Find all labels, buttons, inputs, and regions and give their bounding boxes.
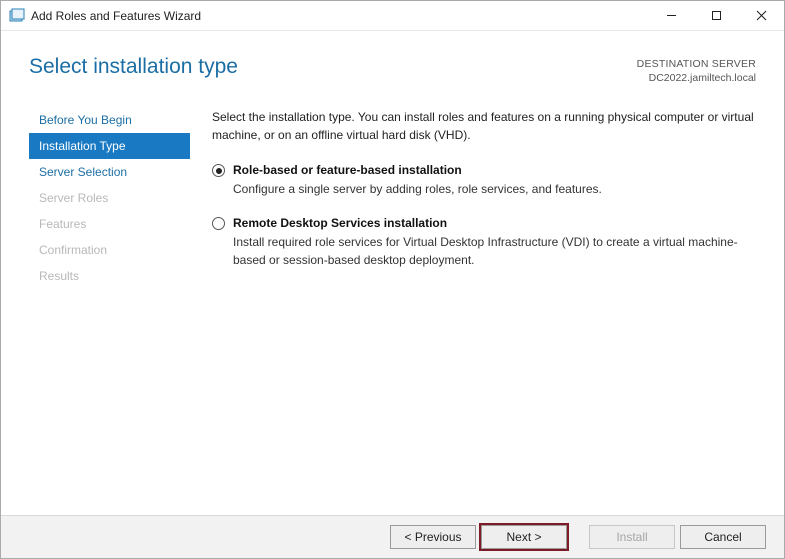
option-desc: Configure a single server by adding role…	[233, 181, 602, 198]
option-body: Remote Desktop Services installation Ins…	[233, 215, 758, 269]
wizard-icon	[9, 8, 25, 24]
previous-button[interactable]: < Previous	[390, 525, 476, 549]
destination-server-name: DC2022.jamiltech.local	[637, 72, 756, 86]
option-rds[interactable]: Remote Desktop Services installation Ins…	[212, 215, 758, 269]
option-body: Role-based or feature-based installation…	[233, 162, 602, 199]
option-desc: Install required role services for Virtu…	[233, 234, 758, 269]
spacer	[572, 525, 584, 549]
cancel-button[interactable]: Cancel	[680, 525, 766, 549]
nav-results: Results	[29, 263, 190, 289]
install-button: Install	[589, 525, 675, 549]
window-controls	[649, 1, 784, 30]
radio-role-based[interactable]	[212, 164, 225, 177]
nav-features: Features	[29, 211, 190, 237]
destination-caption: DESTINATION SERVER	[637, 58, 756, 72]
nav-confirmation: Confirmation	[29, 237, 190, 263]
content-panel: Select the installation type. You can in…	[190, 95, 758, 515]
nav-installation-type[interactable]: Installation Type	[29, 133, 190, 159]
minimize-button[interactable]	[649, 1, 694, 30]
option-title: Remote Desktop Services installation	[233, 215, 758, 232]
wizard-footer: < Previous Next > Install Cancel	[1, 515, 784, 558]
nav-server-selection[interactable]: Server Selection	[29, 159, 190, 185]
nav-server-roles: Server Roles	[29, 185, 190, 211]
close-button[interactable]	[739, 1, 784, 30]
page-header: Select installation type DESTINATION SER…	[1, 31, 784, 95]
destination-block: DESTINATION SERVER DC2022.jamiltech.loca…	[637, 55, 756, 85]
page-title: Select installation type	[29, 55, 238, 79]
nav-before-you-begin[interactable]: Before You Begin	[29, 107, 190, 133]
option-role-based[interactable]: Role-based or feature-based installation…	[212, 162, 758, 199]
next-button[interactable]: Next >	[481, 525, 567, 549]
option-title: Role-based or feature-based installation	[233, 162, 602, 179]
maximize-button[interactable]	[694, 1, 739, 30]
main-area: Before You Begin Installation Type Serve…	[1, 95, 784, 515]
radio-rds[interactable]	[212, 217, 225, 230]
window-title: Add Roles and Features Wizard	[31, 9, 649, 23]
intro-text: Select the installation type. You can in…	[212, 109, 758, 144]
wizard-nav: Before You Begin Installation Type Serve…	[29, 95, 190, 515]
titlebar: Add Roles and Features Wizard	[1, 1, 784, 31]
